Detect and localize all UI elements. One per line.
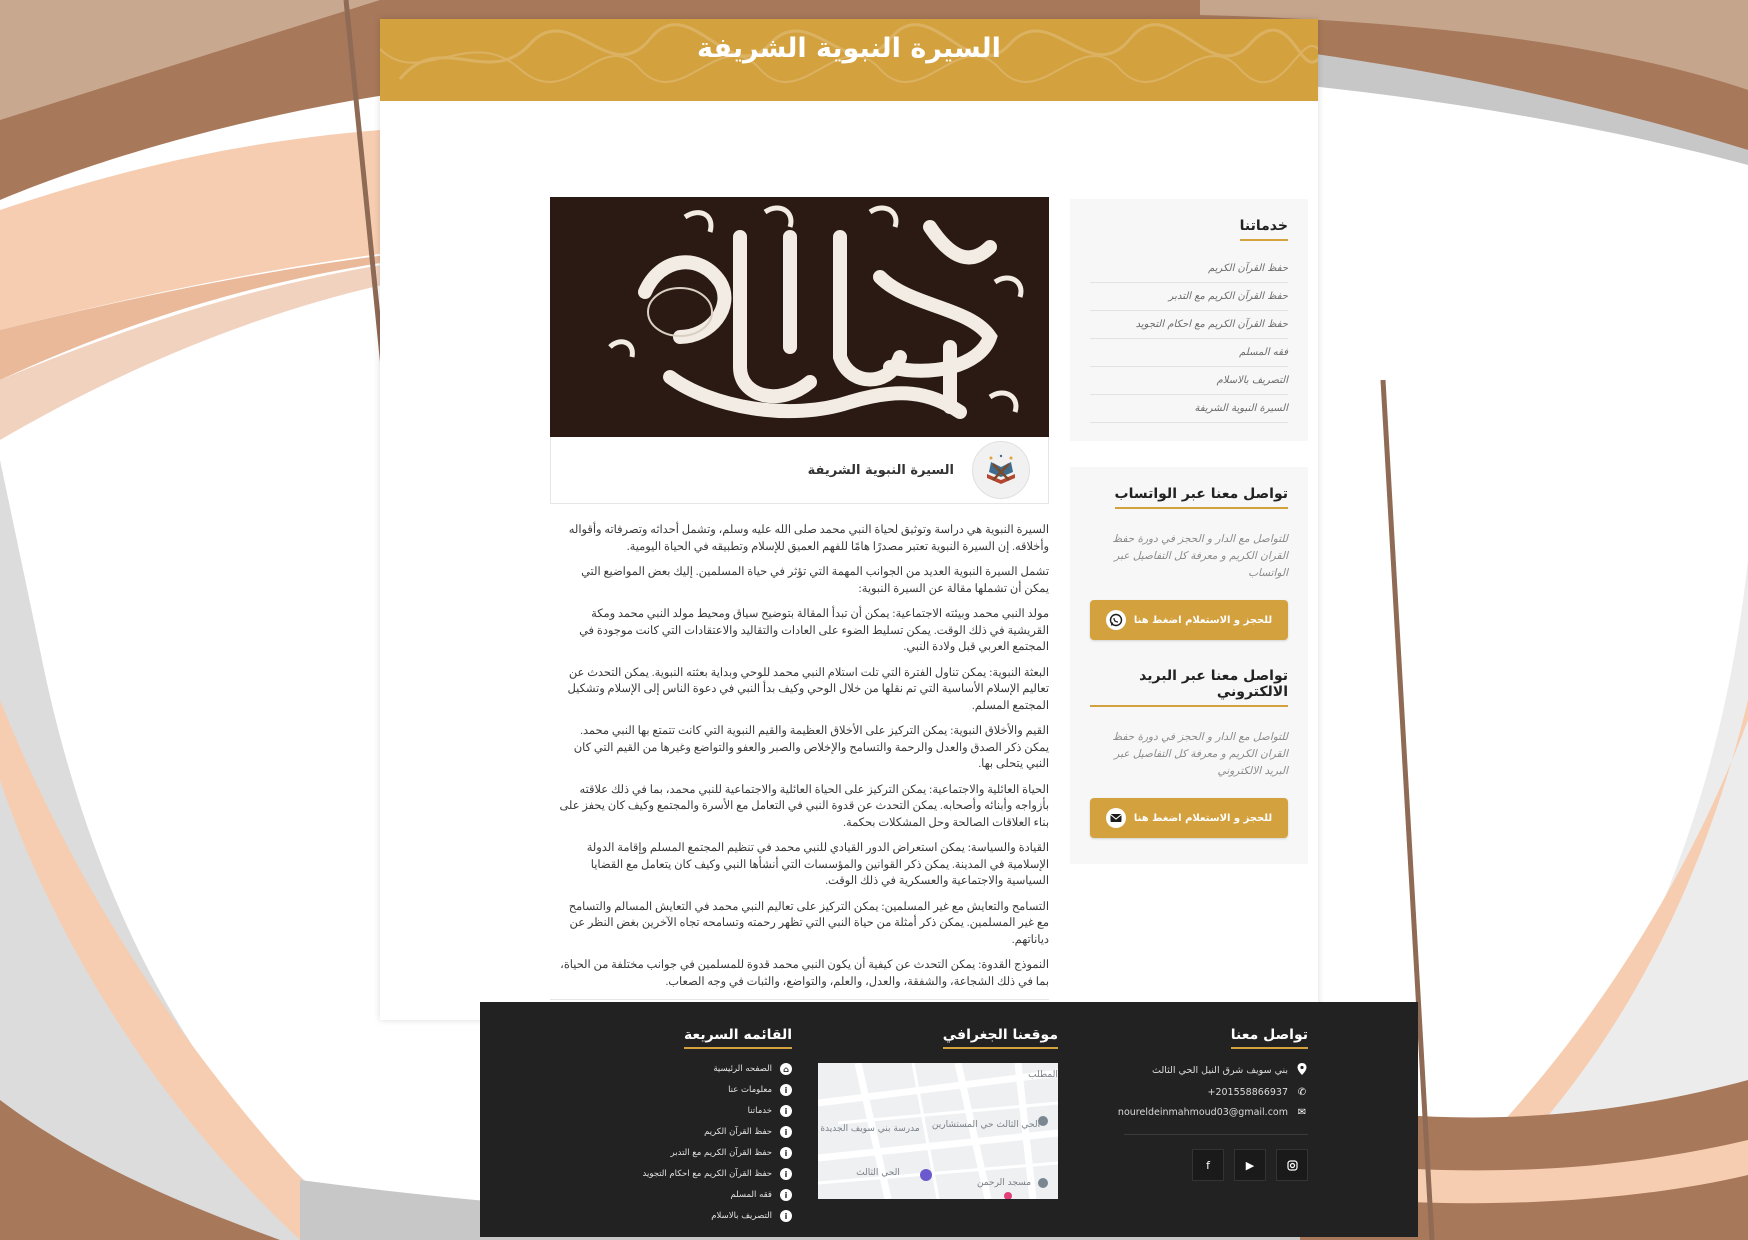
article-paragraph: القيادة والسياسة: يمكن استعراض الدور الق… [586, 842, 1049, 887]
footer-contact-heading: تواصل معنا [1230, 1027, 1308, 1049]
page-banner: السيرة النبوية الشريفة [380, 19, 1318, 101]
article-divider [550, 999, 1049, 1000]
service-link[interactable]: السيرة النبوية الشريفة [1090, 395, 1288, 423]
map-marker-icon [1038, 1178, 1048, 1188]
services-box: خدماتنا حفظ القرآن الكريم حفظ القرآن الك… [1070, 199, 1308, 441]
quick-link[interactable]: i حفظ القرآن الكريم [592, 1126, 792, 1138]
quick-link-label: الصفحه الرئيسية [713, 1064, 772, 1074]
phone-icon: ✆ [1297, 1087, 1307, 1098]
quick-link-label: معلومات عنا [728, 1085, 772, 1095]
whatsapp-icon [1105, 610, 1126, 630]
article-hero-image [550, 197, 1049, 437]
footer-location: موقعنا الجغرافي مدرسة بني سويف الجديدة ا… [818, 1024, 1058, 1199]
map-label: مسجد الرحمن [977, 1178, 1031, 1188]
quick-link-label: حفظ القرآن الكريم مع احكام التجويد [642, 1169, 773, 1179]
quick-link-label: حفظ القرآن الكريم [704, 1127, 772, 1137]
map-label: المطلب [1028, 1070, 1058, 1080]
footer-phone-row: ✆ +201558866937 [1088, 1087, 1308, 1098]
quick-link-label: خدماتنا [747, 1106, 772, 1116]
footer-phone[interactable]: +201558866937 [1208, 1087, 1289, 1098]
map-pin-icon [1296, 1063, 1308, 1078]
quick-link-label: فقه المسلم [730, 1190, 772, 1200]
whatsapp-note: للتواصل مع الدار و الحجز في دورة حفظ الق… [1112, 533, 1288, 579]
whatsapp-box: تواصل معنا عبر الواتساب للتواصل مع الدار… [1070, 467, 1308, 864]
envelope-icon [1105, 808, 1126, 828]
quick-link[interactable]: i حفظ القرآن الكريم مع احكام التجويد [592, 1168, 792, 1180]
email-button-label: للحجز و الاستعلام اضغط هنا [1133, 812, 1273, 824]
article-card-title: السيرة النبوية الشريفة [807, 462, 954, 478]
footer: تواصل معنا بني سويف شرق النيل الحي الثال… [480, 1002, 1418, 1237]
article-paragraph: البعثة النبوية: يمكن تناول الفترة التي ت… [567, 666, 1049, 712]
article-paragraph: النموذج القدوة: يمكن التحدث عن كيفية أن … [560, 959, 1049, 988]
services-list: حفظ القرآن الكريم حفظ القرآن الكريم مع ا… [1090, 255, 1288, 423]
info-icon: i [780, 1147, 792, 1159]
map-label: مدرسة بني سويف الجديدة [820, 1124, 919, 1134]
location-map[interactable]: مدرسة بني سويف الجديدة الحي الثالث حي ال… [818, 1063, 1058, 1199]
whatsapp-booking-button[interactable]: للحجز و الاستعلام اضغط هنا [1090, 600, 1288, 640]
map-label: الحي الثالث حي المستشارين [932, 1120, 1040, 1130]
article: السيرة النبوية الشريفة السيرة النبوية هي… [550, 197, 1049, 1000]
footer-links-heading: القائمه السريعة [683, 1027, 792, 1049]
page-title: السيرة النبوية الشريفة [697, 33, 1001, 64]
footer-location-heading: موقعنا الجغرافي [942, 1027, 1058, 1049]
quick-link[interactable]: i حفظ القرآن الكريم مع التدبر [592, 1147, 792, 1159]
service-link[interactable]: التصريف بالاسلام [1090, 367, 1288, 395]
quick-link[interactable]: i خدماتنا [592, 1105, 792, 1117]
info-icon: i [780, 1189, 792, 1201]
article-paragraph: التسامح والتعايش مع غير المسلمين: يمكن ا… [568, 900, 1049, 946]
instagram-icon[interactable] [1276, 1149, 1308, 1181]
quick-link[interactable]: i معلومات عنا [592, 1084, 792, 1096]
whatsapp-heading: تواصل معنا عبر الواتساب [1114, 486, 1288, 509]
facebook-icon[interactable]: f [1192, 1149, 1224, 1181]
map-label: الحي الثالث [856, 1168, 900, 1178]
info-icon: i [780, 1084, 792, 1096]
quran-icon [972, 441, 1030, 499]
email-note: للتواصل مع الدار و الحجز في دورة حفظ الق… [1112, 731, 1288, 777]
article-card-header: السيرة النبوية الشريفة [550, 437, 1049, 504]
footer-contact: تواصل معنا بني سويف شرق النيل الحي الثال… [1088, 1024, 1308, 1181]
article-paragraph: الحياة العائلية والاجتماعية: يمكن التركي… [559, 783, 1049, 829]
article-paragraph: السيرة النبوية هي دراسة وتوثيق لحياة الن… [568, 524, 1049, 553]
services-heading: خدماتنا [1239, 218, 1288, 241]
service-link[interactable]: حفظ القرآن الكريم مع احكام التجويد [1090, 311, 1288, 339]
page-container: السيرة النبوية الشريفة السيرة النبوية ال… [380, 19, 1418, 1237]
map-marker-icon [920, 1169, 932, 1181]
footer-email-row: ✉ noureldeinmahmoud03@gmail.com [1088, 1107, 1308, 1118]
info-icon: i [780, 1168, 792, 1180]
envelope-icon: ✉ [1297, 1107, 1307, 1118]
info-icon: i [780, 1210, 792, 1222]
service-link[interactable]: حفظ القرآن الكريم مع التدبر [1090, 283, 1288, 311]
email-booking-button[interactable]: للحجز و الاستعلام اضغط هنا [1090, 798, 1288, 838]
youtube-icon[interactable]: ▶ [1234, 1149, 1266, 1181]
service-link[interactable]: حفظ القرآن الكريم [1090, 255, 1288, 283]
social-links: f ▶ [1124, 1134, 1308, 1181]
info-icon: i [780, 1126, 792, 1138]
calligraphy-image [550, 197, 1049, 437]
quick-link[interactable]: i فقه المسلم [592, 1189, 792, 1201]
quick-link-label: حفظ القرآن الكريم مع التدبر [670, 1148, 772, 1158]
map-marker-icon [1038, 1116, 1048, 1126]
article-paragraph: القيم والأخلاق النبوية: يمكن التركيز على… [573, 725, 1049, 770]
footer-address-row: بني سويف شرق النيل الحي الثالث [1088, 1063, 1308, 1078]
home-icon: ⌂ [780, 1063, 792, 1075]
footer-quick-links: القائمه السريعة ⌂ الصفحه الرئيسية i معلوما… [592, 1024, 792, 1231]
info-icon: i [780, 1105, 792, 1117]
email-heading: تواصل معنا عبر البريد الالكتروني [1090, 668, 1288, 707]
service-link[interactable]: فقه المسلم [1090, 339, 1288, 367]
article-paragraph: تشمل السيرة النبوية العديد من الجوانب ال… [581, 566, 1049, 595]
quick-link[interactable]: ⌂ الصفحه الرئيسية [592, 1063, 792, 1075]
quick-links-list: ⌂ الصفحه الرئيسية i معلومات عنا i خدماتنا i… [592, 1063, 792, 1222]
footer-email[interactable]: noureldeinmahmoud03@gmail.com [1118, 1107, 1288, 1118]
quick-link[interactable]: i التصريف بالاسلام [592, 1210, 792, 1222]
quick-link-label: التصريف بالاسلام [711, 1211, 772, 1221]
footer-address: بني سويف شرق النيل الحي الثالث [1151, 1065, 1288, 1076]
article-body: السيرة النبوية هي دراسة وتوثيق لحياة الن… [550, 522, 1049, 990]
whatsapp-button-label: للحجز و الاستعلام اضغط هنا [1133, 614, 1273, 626]
sidebar: خدماتنا حفظ القرآن الكريم حفظ القرآن الك… [1070, 199, 1308, 864]
article-paragraph: مولد النبي محمد وبيئته الاجتماعية: يمكن … [579, 608, 1049, 653]
